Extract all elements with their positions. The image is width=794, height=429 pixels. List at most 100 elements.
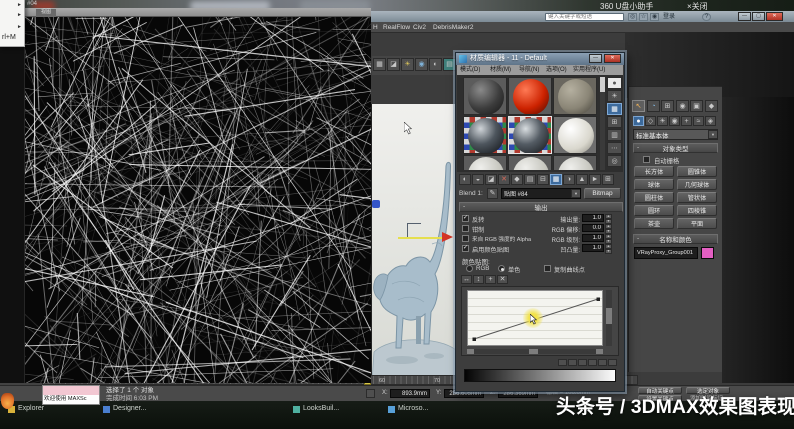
curve-graph[interactable] (467, 290, 603, 346)
material-id-icon[interactable]: ⊟ (537, 174, 549, 185)
star-icon[interactable]: ☆ (639, 13, 648, 21)
rgb-offset-spinner[interactable]: ▲ ▼ (605, 224, 612, 234)
toolbar-icon-1[interactable]: ▦ (373, 58, 386, 71)
go-to-parent-icon[interactable]: ▲ (576, 174, 588, 185)
alpha-from-rgb-checkbox[interactable] (462, 235, 469, 242)
rgb-radio[interactable] (466, 265, 473, 272)
enable-color-map-checkbox[interactable]: ✓ (462, 245, 469, 252)
auto-key-button[interactable]: 自动关键点 (638, 387, 682, 395)
category-shapes-icon[interactable]: ◇ (645, 116, 656, 126)
select-by-material-icon[interactable]: ◎ (607, 155, 622, 167)
output-rollout-header[interactable]: - 输出 (459, 202, 623, 212)
primitive-button-cone[interactable]: 圆锥体 (677, 166, 717, 177)
window-maximize-button[interactable]: ▢ (752, 12, 765, 21)
primitive-button-cylinder[interactable]: 圆柱体 (634, 192, 674, 203)
material-sample-slot[interactable] (508, 155, 552, 170)
menu-item[interactable]: Civ2 (413, 24, 426, 32)
category-cameras-icon[interactable]: ◉ (669, 116, 680, 126)
menu-item[interactable]: H (373, 24, 378, 32)
make-unique-icon[interactable]: ◆ (511, 174, 523, 185)
get-material-icon[interactable]: ◐ (459, 174, 471, 185)
rgb-offset-field[interactable]: 0.0 (582, 224, 604, 232)
options-icon[interactable]: ⋯ (607, 142, 622, 154)
tab-utilities[interactable]: ◆ (705, 100, 718, 112)
rgb-level-spinner[interactable]: ▲ ▼ (605, 234, 612, 244)
put-material-icon[interactable]: ◒ (472, 174, 484, 185)
sample-uv-icon[interactable]: ⊞ (602, 174, 614, 185)
background-icon[interactable]: ▦ (607, 103, 622, 115)
menu-item[interactable]: DebrisMaker2 (433, 24, 473, 32)
tab-hierarchy[interactable]: ⊞ (661, 100, 674, 112)
curve-hscrollbar[interactable] (467, 349, 603, 354)
me-slot-scrollbar[interactable] (600, 77, 605, 170)
name-color-rollout-header[interactable]: - 名称和颜色 (633, 234, 718, 244)
listener-script-pane[interactable]: 欢迎使用 MAXSc (43, 395, 99, 404)
primitive-button-sphere[interactable]: 球体 (634, 179, 674, 190)
tab-motion[interactable]: ◉ (676, 100, 689, 112)
toolbar-icon-2[interactable]: ◪ (387, 58, 400, 71)
curve-region-icon[interactable] (608, 359, 617, 366)
toolbar-icon-4[interactable]: ◉ (415, 58, 428, 71)
autogrid-checkbox[interactable] (643, 156, 650, 163)
left-panel-tab[interactable]: 视图 (36, 9, 56, 17)
pick-color-icon[interactable]: ✎ (487, 188, 498, 199)
primitive-button-pyramid[interactable]: 四棱锥 (677, 205, 717, 216)
submenu-arrow-icon[interactable]: ► (17, 24, 22, 30)
material-name-dropdown[interactable]: 贴图 #84 ▼ (501, 188, 581, 199)
help-icon[interactable]: ? (702, 13, 711, 21)
window-minimize-button[interactable]: — (738, 12, 751, 21)
material-sample-slot[interactable] (463, 116, 507, 154)
category-spacewarps-icon[interactable]: ≈ (693, 116, 704, 126)
category-geometry-icon[interactable]: ● (633, 116, 644, 126)
curve-point[interactable] (596, 297, 601, 302)
taskbar-item[interactable]: Microso... (398, 405, 428, 413)
copy-curve-points-checkbox[interactable] (544, 265, 551, 272)
curve-zoom-h-icon[interactable] (578, 359, 587, 366)
primitive-button-torus[interactable]: 圆环 (634, 205, 674, 216)
bump-amount-spinner[interactable]: ▲ ▼ (605, 244, 612, 254)
tab-display[interactable]: ▣ (690, 100, 703, 112)
infocenter-search-input[interactable] (545, 13, 624, 21)
menu-item[interactable]: RealFlow (383, 24, 410, 32)
me-menu-item[interactable]: 选项(O) (546, 67, 567, 74)
app-flame-icon[interactable] (1, 393, 14, 409)
selection-set-dropdown[interactable]: 选定对象 (686, 387, 730, 395)
primitive-button-tube[interactable]: 管状体 (677, 192, 717, 203)
tab-modify[interactable]: ◔ (647, 100, 660, 112)
coord-x-field[interactable]: 893.9mm (390, 389, 430, 398)
backlight-icon[interactable]: ☀ (607, 90, 622, 102)
material-sample-slot[interactable] (508, 116, 552, 154)
perspective-viewport[interactable] (371, 104, 459, 383)
sample-type-icon[interactable]: ● (607, 77, 622, 89)
taskbar-item[interactable]: LooksBuil... (303, 405, 339, 413)
curve-pan-icon[interactable] (558, 359, 567, 366)
wireframe-viewport[interactable] (0, 17, 371, 383)
clamp-checkbox[interactable] (462, 225, 469, 232)
me-minimize-button[interactable]: — (589, 54, 602, 63)
curve-zoom-v-icon[interactable] (588, 359, 597, 366)
primitive-button-box[interactable]: 长方体 (634, 166, 674, 177)
gizmo-y-axis[interactable] (398, 237, 444, 239)
me-menu-item[interactable]: 模式(D) (460, 67, 480, 74)
category-systems-icon[interactable]: ◈ (705, 116, 716, 126)
user-icon[interactable]: ◉ (650, 13, 659, 21)
toolbar-icon-5[interactable]: ◐ (429, 58, 442, 71)
taskbar-item[interactable]: Explorer (18, 405, 44, 413)
taskbar-item[interactable]: Designer... (113, 405, 146, 413)
chevron-down-icon[interactable]: ▼ (708, 130, 717, 139)
curve-extents-icon[interactable] (598, 359, 607, 366)
search-icon[interactable]: ◎ (628, 13, 637, 21)
me-menu-item[interactable]: 实用程序(U) (573, 67, 605, 74)
category-helpers-icon[interactable]: + (681, 116, 692, 126)
show-end-result-icon[interactable]: ◑ (563, 174, 575, 185)
output-amount-spinner[interactable]: ▲ ▼ (605, 214, 612, 224)
primitive-category-dropdown[interactable]: 标准基本体 ▼ (633, 129, 718, 140)
assign-material-icon[interactable]: ◪ (485, 174, 497, 185)
tab-create[interactable]: ↖ (632, 100, 645, 112)
toolbar-icon-3[interactable]: ☀ (401, 58, 414, 71)
category-lights-icon[interactable]: ☀ (657, 116, 668, 126)
material-sample-slot[interactable] (553, 155, 597, 170)
window-close-button[interactable]: ✕ (766, 12, 783, 21)
gizmo-x-arrow[interactable] (442, 232, 453, 242)
menu-shortcut-label[interactable]: rl+M (2, 34, 16, 42)
